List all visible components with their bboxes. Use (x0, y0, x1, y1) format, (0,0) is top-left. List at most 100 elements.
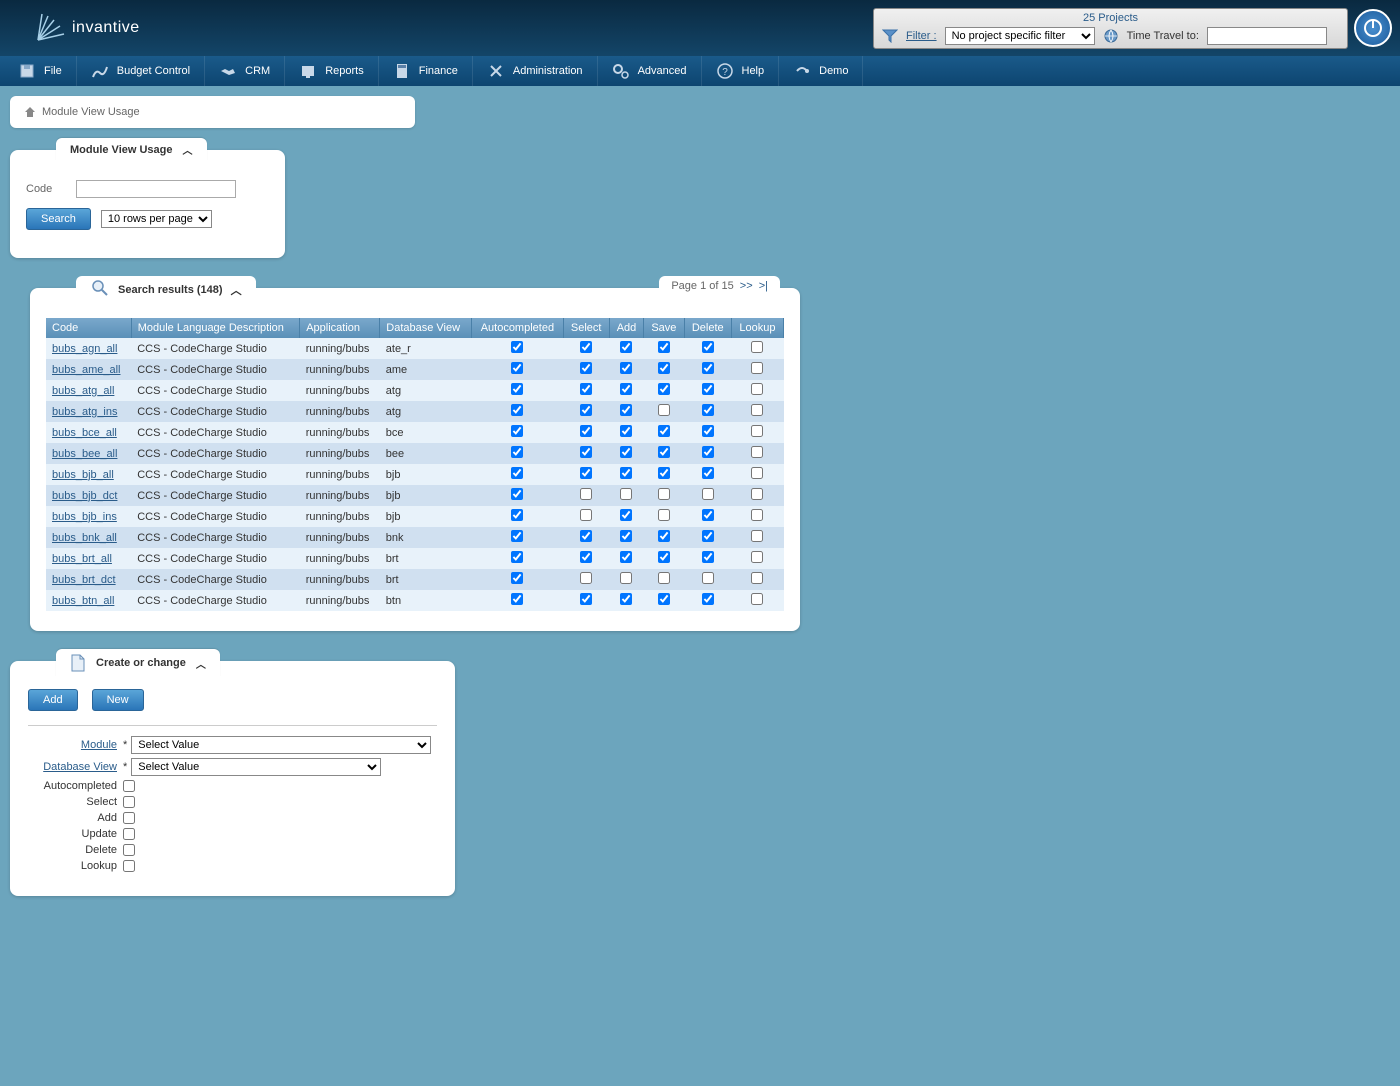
row-code-link[interactable]: bubs_brt_dct (52, 574, 116, 586)
code-input[interactable] (76, 180, 236, 198)
col-delete[interactable]: Delete (684, 318, 731, 338)
row-code-link[interactable]: bubs_bee_all (52, 448, 117, 460)
col-save[interactable]: Save (644, 318, 684, 338)
row-checkbox[interactable] (751, 341, 763, 353)
row-checkbox[interactable] (620, 467, 632, 479)
row-checkbox[interactable] (580, 467, 592, 479)
col-module-lang[interactable]: Module Language Description (131, 318, 300, 338)
row-code-link[interactable]: bubs_atg_all (52, 385, 114, 397)
lookup-checkbox[interactable] (123, 860, 135, 872)
row-code-link[interactable]: bubs_bce_all (52, 427, 117, 439)
menu-advanced[interactable]: Advanced (598, 56, 702, 86)
row-checkbox[interactable] (702, 362, 714, 374)
row-checkbox[interactable] (658, 572, 670, 584)
row-checkbox[interactable] (580, 341, 592, 353)
row-checkbox[interactable] (702, 551, 714, 563)
row-checkbox[interactable] (511, 509, 523, 521)
row-checkbox[interactable] (511, 383, 523, 395)
row-checkbox[interactable] (580, 446, 592, 458)
row-checkbox[interactable] (751, 593, 763, 605)
db-view-label[interactable]: Database View (28, 761, 123, 773)
row-checkbox[interactable] (620, 446, 632, 458)
row-checkbox[interactable] (511, 404, 523, 416)
row-checkbox[interactable] (511, 425, 523, 437)
row-checkbox[interactable] (580, 383, 592, 395)
row-checkbox[interactable] (620, 572, 632, 584)
menu-help[interactable]: ? Help (702, 56, 780, 86)
row-code-link[interactable]: bubs_brt_all (52, 553, 112, 565)
row-checkbox[interactable] (658, 362, 670, 374)
row-checkbox[interactable] (702, 446, 714, 458)
row-checkbox[interactable] (580, 593, 592, 605)
row-checkbox[interactable] (511, 530, 523, 542)
row-checkbox[interactable] (702, 593, 714, 605)
row-code-link[interactable]: bubs_agn_all (52, 343, 117, 355)
col-select[interactable]: Select (563, 318, 609, 338)
row-checkbox[interactable] (658, 467, 670, 479)
power-button[interactable] (1354, 9, 1392, 47)
row-checkbox[interactable] (511, 362, 523, 374)
add-button[interactable]: Add (28, 689, 78, 711)
row-checkbox[interactable] (580, 509, 592, 521)
add-checkbox[interactable] (123, 812, 135, 824)
row-checkbox[interactable] (658, 341, 670, 353)
row-checkbox[interactable] (620, 341, 632, 353)
form-panel-tab[interactable]: Create or change ︿ (56, 649, 220, 677)
row-checkbox[interactable] (702, 404, 714, 416)
row-checkbox[interactable] (620, 425, 632, 437)
menu-reports[interactable]: Reports (285, 56, 379, 86)
row-checkbox[interactable] (580, 530, 592, 542)
new-button[interactable]: New (92, 689, 144, 711)
row-checkbox[interactable] (580, 362, 592, 374)
row-checkbox[interactable] (658, 446, 670, 458)
row-checkbox[interactable] (751, 404, 763, 416)
row-checkbox[interactable] (658, 425, 670, 437)
row-checkbox[interactable] (658, 383, 670, 395)
module-label[interactable]: Module (28, 739, 123, 751)
delete-checkbox[interactable] (123, 844, 135, 856)
row-checkbox[interactable] (620, 488, 632, 500)
row-checkbox[interactable] (620, 509, 632, 521)
row-checkbox[interactable] (702, 425, 714, 437)
row-checkbox[interactable] (580, 551, 592, 563)
row-checkbox[interactable] (658, 509, 670, 521)
col-autocompleted[interactable]: Autocompleted (472, 318, 563, 338)
row-code-link[interactable]: bubs_bjb_dct (52, 490, 117, 502)
menu-demo[interactable]: Demo (779, 56, 863, 86)
row-checkbox[interactable] (620, 593, 632, 605)
row-checkbox[interactable] (620, 383, 632, 395)
row-code-link[interactable]: bubs_bnk_all (52, 532, 117, 544)
col-add[interactable]: Add (609, 318, 643, 338)
row-checkbox[interactable] (751, 446, 763, 458)
select-checkbox[interactable] (123, 796, 135, 808)
row-checkbox[interactable] (511, 551, 523, 563)
time-travel-input[interactable] (1207, 27, 1327, 45)
col-db-view[interactable]: Database View (380, 318, 472, 338)
row-checkbox[interactable] (751, 572, 763, 584)
row-checkbox[interactable] (751, 383, 763, 395)
menu-file[interactable]: File (4, 56, 77, 86)
autocompleted-checkbox[interactable] (123, 780, 135, 792)
row-checkbox[interactable] (702, 488, 714, 500)
row-checkbox[interactable] (702, 530, 714, 542)
row-checkbox[interactable] (751, 362, 763, 374)
row-checkbox[interactable] (580, 572, 592, 584)
pager-next[interactable]: >> (740, 280, 753, 292)
menu-crm[interactable]: CRM (205, 56, 285, 86)
results-panel-tab[interactable]: Search results (148) ︿ (76, 276, 256, 304)
menu-budget-control[interactable]: Budget Control (77, 56, 205, 86)
filter-select[interactable]: No project specific filter (945, 27, 1095, 45)
row-code-link[interactable]: bubs_bjb_all (52, 469, 114, 481)
rows-per-page-select[interactable]: 10 rows per page (101, 210, 212, 228)
row-checkbox[interactable] (658, 530, 670, 542)
row-checkbox[interactable] (511, 341, 523, 353)
col-application[interactable]: Application (300, 318, 380, 338)
pager-last[interactable]: >| (759, 280, 768, 292)
row-checkbox[interactable] (702, 467, 714, 479)
row-checkbox[interactable] (580, 404, 592, 416)
col-lookup[interactable]: Lookup (731, 318, 783, 338)
search-button[interactable]: Search (26, 208, 91, 230)
row-checkbox[interactable] (658, 488, 670, 500)
update-checkbox[interactable] (123, 828, 135, 840)
row-checkbox[interactable] (511, 572, 523, 584)
